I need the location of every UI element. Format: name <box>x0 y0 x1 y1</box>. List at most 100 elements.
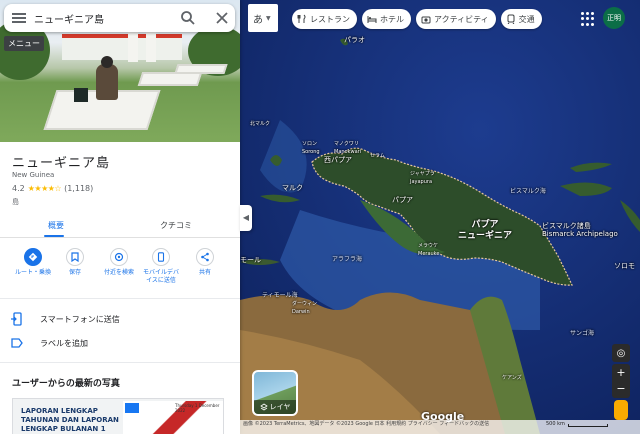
map-canvas[interactable]: パラオ 西パプア マルク 北マルク セラム ソロン Sorong マノクワリ M… <box>240 0 640 434</box>
camera-icon <box>421 16 431 24</box>
directions-label: ルート・乗換 <box>14 269 51 276</box>
apps-grid-icon[interactable] <box>581 12 595 26</box>
label-timor-sea: ティモール海 <box>262 292 298 299</box>
ime-label: あ <box>253 14 263 26</box>
tab-reviews[interactable]: クチコミ <box>160 220 192 231</box>
scale-label[interactable]: 500 km <box>546 421 565 427</box>
label-solomon: ソロモ <box>614 262 635 270</box>
tab-bar: 概要 クチコミ <box>0 214 240 238</box>
place-category[interactable]: 島 <box>12 197 19 207</box>
search-input[interactable] <box>34 8 174 28</box>
save-button[interactable]: 保存 <box>54 248 96 277</box>
nearby-button[interactable]: 付近を検索 <box>98 248 140 277</box>
grave-slab <box>174 64 228 74</box>
chip-label: 交通 <box>518 14 535 24</box>
place-panel: メニュー ニューギニア島 New Guinea 4.2 ★★★★☆ (1,118… <box>0 0 240 434</box>
label-manokwari: マノクワリ Manokwari <box>334 141 362 155</box>
rating-stars: ★★★★☆ <box>27 184 62 193</box>
label-merauke: メラウケ Merauke <box>418 243 440 257</box>
send-to-phone-icon <box>152 248 170 266</box>
facebook-logo-icon <box>125 403 139 413</box>
person-figure <box>96 64 118 100</box>
layers-icon <box>259 403 268 411</box>
divider <box>0 298 240 299</box>
layers-button[interactable]: レイヤ <box>252 370 298 416</box>
avatar[interactable]: 正明 <box>603 7 625 29</box>
monument-pillar <box>128 32 138 62</box>
category-chips: レストラン ホテル アクティビティ 交通 <box>292 9 542 29</box>
menu-icon[interactable] <box>12 11 26 25</box>
nearby-label: 付近を検索 <box>103 269 134 276</box>
my-location-icon: ◎ <box>616 348 626 359</box>
label-cairns: ケアンズ <box>502 375 522 381</box>
label-moresby: モール <box>240 256 261 264</box>
tab-active-indicator <box>44 235 64 237</box>
place-subtitle: New Guinea <box>12 171 55 179</box>
label-bismarck-archipelago: ビスマルク諸島 Bismarck Archipelago <box>542 222 618 238</box>
zoom-out-button[interactable]: − <box>612 381 630 398</box>
directions-button[interactable]: ルート・乗換 <box>12 248 54 277</box>
save-label: 保存 <box>68 269 81 276</box>
label-west-papua: 西パプア <box>324 156 352 164</box>
photo-card-date: Thursday 1 December 2022 <box>175 403 220 413</box>
headstone <box>74 88 88 102</box>
label-darwin: ダーウィン Darwin <box>292 301 318 315</box>
label-arafura-sea: アラフラ海 <box>332 256 363 263</box>
share-button[interactable]: 共有 <box>184 248 226 277</box>
chip-label: アクティビティ <box>434 14 489 24</box>
monument-building <box>62 34 182 60</box>
add-label-row[interactable]: ラベルを追加 <box>0 332 240 354</box>
collapse-panel-button[interactable]: ◀ <box>240 205 252 231</box>
chip-transit[interactable]: 交通 <box>500 9 542 29</box>
chip-activities[interactable]: アクティビティ <box>416 9 496 29</box>
share-icon <box>196 248 214 266</box>
chip-restaurants[interactable]: レストラン <box>292 9 357 29</box>
monument-pillar <box>146 32 156 62</box>
label-seram: セラム <box>370 153 385 159</box>
label-sorong: ソロン Sorong <box>302 141 320 155</box>
label-maluku: マルク <box>282 184 303 192</box>
add-label-text: ラベルを追加 <box>40 339 88 348</box>
chip-label: レストラン <box>310 14 350 24</box>
label-papua: パプア <box>392 196 413 204</box>
label-icon <box>11 338 23 348</box>
chip-label: ホテル <box>380 14 404 24</box>
send-to-phone-label: モバイルデバイスに送信 <box>142 269 179 284</box>
photo-thumbnail[interactable]: LAPORAN LENGKAP TAHUNAN DAN LAPORAN LENG… <box>12 398 224 434</box>
close-icon[interactable] <box>214 10 230 26</box>
my-location-button[interactable]: ◎ <box>612 344 630 362</box>
satellite-map <box>240 0 640 434</box>
label-palau: パラオ <box>344 36 365 44</box>
ime-indicator[interactable]: あ ▼ <box>248 4 278 32</box>
zoom-in-button[interactable]: + <box>612 364 630 381</box>
layers-label: レイヤ <box>269 403 291 411</box>
label-bismarck-sea: ビスマルク海 <box>510 188 546 195</box>
send-to-phone-row[interactable]: スマートフォンに送信 <box>0 308 240 330</box>
send-to-phone-text: スマートフォンに送信 <box>40 315 120 324</box>
layers-label-bar: レイヤ <box>254 400 296 414</box>
label-jayapura: ジャヤプラ Jayapura <box>410 171 435 185</box>
place-title: ニューギニア島 <box>12 156 111 171</box>
restaurant-icon <box>297 14 306 23</box>
person-head <box>101 56 113 68</box>
chevron-down-icon: ▼ <box>266 14 271 22</box>
search-bar <box>4 4 235 32</box>
latest-photos-heading: ユーザーからの最新の写真 <box>12 379 120 389</box>
send-to-phone-button[interactable]: モバイルデバイスに送信 <box>140 248 182 285</box>
hotel-icon <box>367 16 377 23</box>
search-icon[interactable] <box>180 10 196 26</box>
rating-value: 4.2 <box>12 184 25 193</box>
chip-hotels[interactable]: ホテル <box>362 9 411 29</box>
zoom-controls: + − <box>612 364 630 398</box>
street-view-pegman-icon[interactable] <box>614 400 628 420</box>
tab-overview[interactable]: 概要 <box>48 220 64 231</box>
scale-bar <box>568 424 608 427</box>
nearby-icon <box>110 248 128 266</box>
menu-tooltip: メニュー <box>4 36 44 51</box>
label-papua-new-guinea: パプア ニューギニア <box>458 220 513 241</box>
grave-slab <box>137 72 203 86</box>
review-count[interactable]: (1,118) <box>64 184 93 193</box>
photo-card-text: LAPORAN LENGKAP TAHUNAN DAN LAPORAN LENG… <box>21 407 119 433</box>
map-attribution[interactable]: 画像 ©2023 TerraMetrics、地図データ ©2023 Google… <box>240 420 640 434</box>
divider <box>0 362 240 363</box>
